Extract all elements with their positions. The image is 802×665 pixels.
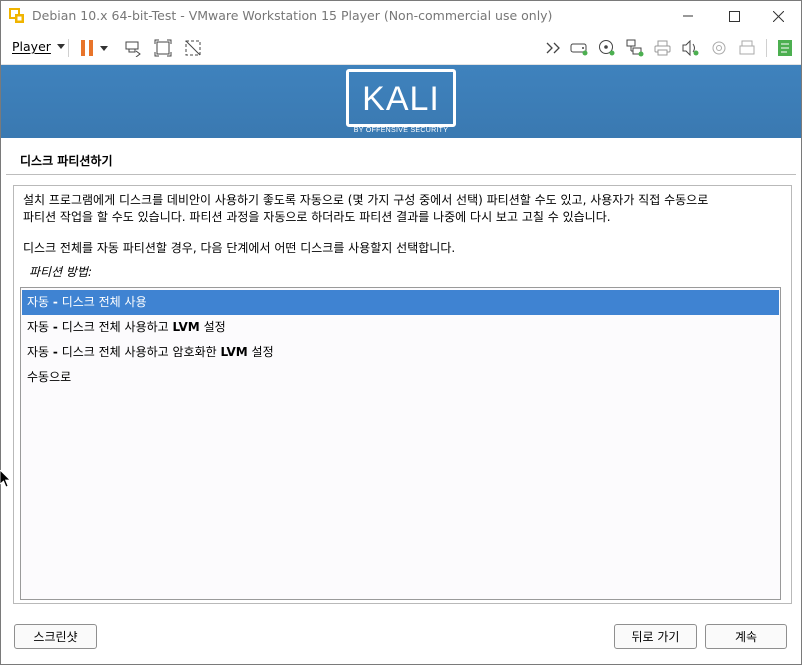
fit-guest-icon <box>154 39 172 57</box>
vmware-app-icon <box>9 8 25 24</box>
window-title: Debian 10.x 64-bit-Test - VMware Worksta… <box>32 8 553 23</box>
title-divider <box>6 174 796 175</box>
minimize-button[interactable] <box>665 1 711 31</box>
floppy-icon <box>739 40 755 55</box>
pause-dropdown[interactable] <box>97 37 111 59</box>
option-text: 디스크 전체 사용하고 암호화한 <box>57 345 221 359</box>
more-button[interactable] <box>543 37 565 59</box>
partition-method-list[interactable]: 자동 - 디스크 전체 사용 자동 - 디스크 전체 사용하고 LVM 설정 자… <box>20 287 781 600</box>
network-button[interactable] <box>624 37 646 59</box>
pause-button[interactable] <box>76 37 98 59</box>
option-prefix: 자동 <box>27 295 53 309</box>
kali-logo-text: KALI <box>362 80 440 118</box>
option-suffix: 설정 <box>247 345 274 359</box>
description-line: 파티션 작업을 할 수도 있습니다. 파티션 과정을 자동으로 하더라도 파티션… <box>23 210 611 224</box>
vm-toolbar: Player <box>1 31 801 65</box>
send-ctrl-alt-del-icon <box>125 41 141 57</box>
hdd-button[interactable] <box>568 37 590 59</box>
option-prefix: 자동 <box>27 320 53 334</box>
option-prefix: 수동으로 <box>27 370 72 384</box>
description-line: 디스크 전체를 자동 파티션할 경우, 다음 단계에서 어떤 디스크를 사용할지… <box>23 241 456 255</box>
back-button[interactable]: 뒤로 가기 <box>614 624 697 649</box>
unity-icon <box>185 40 201 56</box>
option-text: 디스크 전체 사용하고 <box>57 320 173 334</box>
description-line: 설치 프로그램에게 디스크를 데비안이 사용하기 좋도록 자동으로 (몇 가지 … <box>23 193 709 207</box>
kali-banner: KALI BY OFFENSIVE SECURITY <box>1 65 801 138</box>
notes-button[interactable] <box>774 37 796 59</box>
title-bar: Debian 10.x 64-bit-Test - VMware Worksta… <box>1 1 801 31</box>
player-menu-label: Player <box>12 39 51 54</box>
list-item[interactable]: 자동 - 디스크 전체 사용하고 암호화한 LVM 설정 <box>22 340 779 365</box>
toolbar-separator <box>68 39 69 57</box>
cd-icon <box>599 40 615 56</box>
player-menu[interactable]: Player <box>12 39 65 54</box>
fit-guest-button[interactable] <box>152 37 174 59</box>
option-lvm: LVM <box>220 345 248 359</box>
screenshot-button[interactable]: 스크린샷 <box>14 624 97 649</box>
chevron-down-icon <box>56 44 65 49</box>
list-item[interactable]: 수동으로 <box>22 365 779 390</box>
floppy-button[interactable] <box>736 37 758 59</box>
notes-icon <box>778 40 792 56</box>
hdd-icon <box>570 43 588 56</box>
sound-icon <box>682 40 699 56</box>
continue-button[interactable]: 계속 <box>705 624 787 649</box>
unity-button[interactable] <box>182 37 204 59</box>
close-button[interactable] <box>755 1 801 31</box>
send-ctrl-alt-del-button[interactable] <box>122 37 144 59</box>
more-icon <box>546 42 560 54</box>
usb-icon <box>712 41 726 55</box>
usb-button[interactable] <box>708 37 730 59</box>
list-item[interactable]: 자동 - 디스크 전체 사용하고 LVM 설정 <box>22 315 779 340</box>
page-title: 디스크 파티션하기 <box>20 154 113 168</box>
kali-logo: KALI <box>346 69 456 127</box>
option-suffix: 설정 <box>199 320 226 334</box>
mouse-cursor-icon <box>0 470 11 488</box>
maximize-button[interactable] <box>711 1 757 31</box>
partition-method-label: 파티션 방법: <box>29 265 93 279</box>
pause-icon <box>81 40 93 56</box>
toolbar-separator <box>766 39 767 57</box>
list-item[interactable]: 자동 - 디스크 전체 사용 <box>22 290 779 315</box>
printer-button[interactable] <box>652 37 674 59</box>
sound-button[interactable] <box>680 37 702 59</box>
option-text: 디스크 전체 사용 <box>57 295 147 309</box>
printer-icon <box>654 40 671 56</box>
option-lvm: LVM <box>172 320 200 334</box>
network-icon <box>626 39 644 57</box>
chevron-down-icon <box>100 45 108 51</box>
close-icon <box>772 10 784 22</box>
option-prefix: 자동 <box>27 345 53 359</box>
cd-button[interactable] <box>596 37 618 59</box>
kali-logo-subtitle: BY OFFENSIVE SECURITY <box>353 127 449 134</box>
